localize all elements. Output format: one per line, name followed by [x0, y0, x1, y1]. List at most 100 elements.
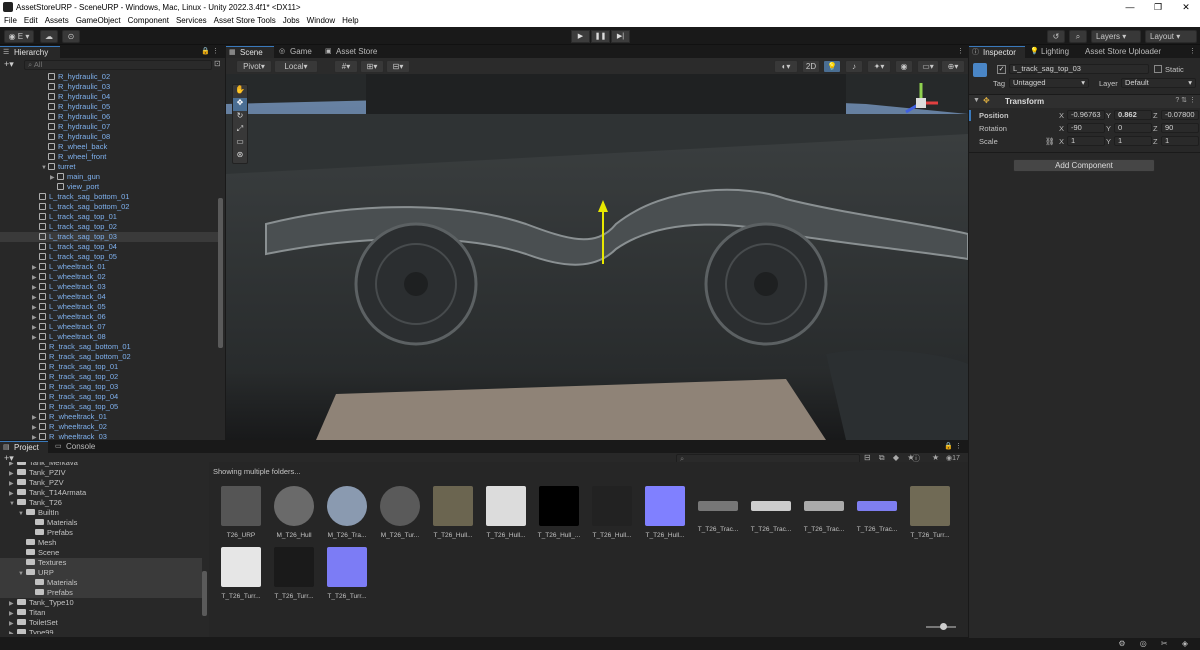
folder-item[interactable]: ▶ Type99: [0, 628, 202, 634]
close-button[interactable]: ✕: [1172, 0, 1200, 14]
maximize-button[interactable]: ❐: [1144, 0, 1172, 14]
transform-z-field[interactable]: -0.07800: [1161, 110, 1199, 120]
menu-gameobject[interactable]: GameObject: [72, 14, 124, 25]
hierarchy-item[interactable]: R_track_sag_top_05: [0, 402, 218, 412]
hierarchy-item[interactable]: R_wheel_back: [0, 142, 218, 152]
tag-dropdown[interactable]: Untagged ▾: [1009, 78, 1089, 88]
minimize-button[interactable]: —: [1116, 0, 1144, 14]
tab-project[interactable]: ▤ Project: [0, 441, 48, 453]
folder-item[interactable]: ▶ ToiletSet: [0, 618, 202, 628]
menu-asset-store-tools[interactable]: Asset Store Tools: [210, 14, 279, 25]
play-button[interactable]: ▶: [571, 30, 590, 43]
tab-asset-store[interactable]: ▣ Asset Store: [322, 46, 386, 58]
scene-viewport[interactable]: ✋ ✥ ↻ ⤢ ▭ ⊛: [226, 74, 968, 440]
hierarchy-item[interactable]: R_track_sag_bottom_01: [0, 342, 218, 352]
folder-item[interactable]: ▶ Titan: [0, 608, 202, 618]
rotate-tool-icon[interactable]: ↻: [233, 111, 247, 124]
tab-inspector[interactable]: ⓘ Inspector: [969, 46, 1025, 58]
status-icons[interactable]: ⚙ ◎ ✂ ◈: [1118, 639, 1194, 648]
tab-asset-store-uploader[interactable]: Asset Store Uploader: [1079, 46, 1175, 58]
hierarchy-item[interactable]: ▼ turret: [0, 162, 218, 172]
hierarchy-item[interactable]: R_track_sag_top_03: [0, 382, 218, 392]
folder-item[interactable]: ▶ Tank_T14Armata: [0, 488, 202, 498]
rect-tool-icon[interactable]: ▭: [233, 137, 247, 150]
2d-toggle[interactable]: 2D: [802, 60, 820, 73]
orientation-gizmo-icon[interactable]: [896, 78, 946, 128]
hierarchy-item[interactable]: ▶ R_wheeltrack_02: [0, 422, 218, 432]
folder-item[interactable]: Scene: [0, 548, 202, 558]
hierarchy-item[interactable]: R_track_sag_top_04: [0, 392, 218, 402]
hierarchy-item[interactable]: R_wheel_front: [0, 152, 218, 162]
asset-item[interactable]: M_T26_Tur...: [374, 486, 426, 539]
step-button[interactable]: ▶|: [611, 30, 630, 43]
cloud-icon[interactable]: ☁: [40, 30, 58, 43]
scene-menu-icon[interactable]: ⋮: [957, 47, 964, 55]
hierarchy-item[interactable]: R_hydraulic_05: [0, 102, 218, 112]
align-icon[interactable]: ⊟▾: [386, 60, 410, 73]
hierarchy-item[interactable]: ▶ L_wheeltrack_02: [0, 272, 218, 282]
hierarchy-item[interactable]: ▶ L_wheeltrack_08: [0, 332, 218, 342]
hierarchy-item[interactable]: L_track_sag_top_01: [0, 212, 218, 222]
panel-menu-icon[interactable]: 🔒 ⋮: [201, 47, 219, 55]
static-checkbox[interactable]: [1154, 65, 1162, 73]
layers-dropdown[interactable]: Layers ▾: [1091, 30, 1141, 43]
hierarchy-item[interactable]: R_hydraulic_04: [0, 92, 218, 102]
hierarchy-scrollbar[interactable]: [218, 198, 223, 348]
layer-dropdown[interactable]: Default ▾: [1121, 78, 1196, 88]
menu-file[interactable]: File: [0, 14, 20, 25]
pause-button[interactable]: ❚❚: [591, 30, 610, 43]
snap-increment-icon[interactable]: ⊞▾: [360, 60, 384, 73]
move-tool-icon[interactable]: ✥: [233, 98, 247, 111]
folder-item[interactable]: Mesh: [0, 538, 202, 548]
asset-item[interactable]: T_T26_Trac...: [745, 486, 797, 533]
link-icon[interactable]: ⛓: [1045, 137, 1055, 146]
hierarchy-item[interactable]: R_hydraulic_07: [0, 122, 218, 132]
asset-item[interactable]: T_T26_Hull...: [427, 486, 479, 539]
hierarchy-item[interactable]: ▶ R_wheeltrack_01: [0, 412, 218, 422]
project-menu-icon[interactable]: 🔒 ⋮: [944, 442, 962, 450]
asset-item[interactable]: M_T26_Tra...: [321, 486, 373, 539]
folder-item[interactable]: Prefabs: [0, 588, 202, 598]
asset-item[interactable]: T26_URP: [215, 486, 267, 539]
layout-dropdown[interactable]: Layout ▾: [1145, 30, 1197, 43]
gizmos-icon[interactable]: ⊕▾: [941, 60, 965, 73]
active-checkbox[interactable]: ✓: [997, 65, 1006, 74]
add-component-button[interactable]: Add Component: [1013, 159, 1155, 172]
search-options-icon[interactable]: ⊡: [214, 59, 221, 68]
component-menu-icon[interactable]: ? ⇅ ⋮: [1175, 96, 1196, 104]
asset-item[interactable]: T_T26_Hull...: [480, 486, 532, 539]
menu-jobs[interactable]: Jobs: [279, 14, 303, 25]
transform-x-field[interactable]: -90: [1067, 123, 1105, 133]
effects-icon[interactable]: ✦▾: [867, 60, 891, 73]
transform-z-field[interactable]: 90: [1161, 123, 1199, 133]
create-button[interactable]: +▾: [4, 59, 14, 70]
transform-z-field[interactable]: 1: [1161, 136, 1199, 146]
asset-item[interactable]: T_T26_Turr...: [904, 486, 956, 539]
grid-snap-icon[interactable]: #▾: [334, 60, 358, 73]
audio-icon[interactable]: ♪: [845, 60, 863, 73]
transform-y-field[interactable]: 0.862: [1114, 110, 1152, 120]
history-icon[interactable]: ↺: [1047, 30, 1065, 43]
local-toggle[interactable]: Local▾: [274, 60, 318, 73]
transform-tool-icon[interactable]: ⊛: [233, 150, 247, 163]
pivot-toggle[interactable]: Pivot▾: [236, 60, 272, 73]
hierarchy-item[interactable]: R_hydraulic_03: [0, 82, 218, 92]
transform-y-field[interactable]: 1: [1114, 136, 1152, 146]
folder-item[interactable]: ▼ BuiltIn: [0, 508, 202, 518]
hierarchy-item[interactable]: view_port: [0, 182, 218, 192]
transform-x-field[interactable]: -0.96763: [1067, 110, 1105, 120]
hierarchy-item[interactable]: R_hydraulic_08: [0, 132, 218, 142]
tree-scrollbar[interactable]: [202, 571, 207, 616]
asset-item[interactable]: T_T26_Hull...: [586, 486, 638, 539]
folder-item[interactable]: ▼ Tank_T26: [0, 498, 202, 508]
menu-component[interactable]: Component: [124, 14, 172, 25]
asset-item[interactable]: T_T26_Hull...: [639, 486, 691, 539]
hierarchy-item[interactable]: R_track_sag_top_01: [0, 362, 218, 372]
folder-item[interactable]: ▶ Tank_PZV: [0, 478, 202, 488]
hierarchy-item[interactable]: ▶ L_wheeltrack_03: [0, 282, 218, 292]
draw-mode-icon[interactable]: ◐▾: [774, 60, 798, 73]
tab-hierarchy[interactable]: ☰ Hierarchy: [0, 46, 60, 58]
folder-item[interactable]: ▶ Tank_Type10: [0, 598, 202, 608]
folder-item[interactable]: Textures: [0, 558, 202, 568]
tab-console[interactable]: ▭ Console: [52, 441, 100, 453]
